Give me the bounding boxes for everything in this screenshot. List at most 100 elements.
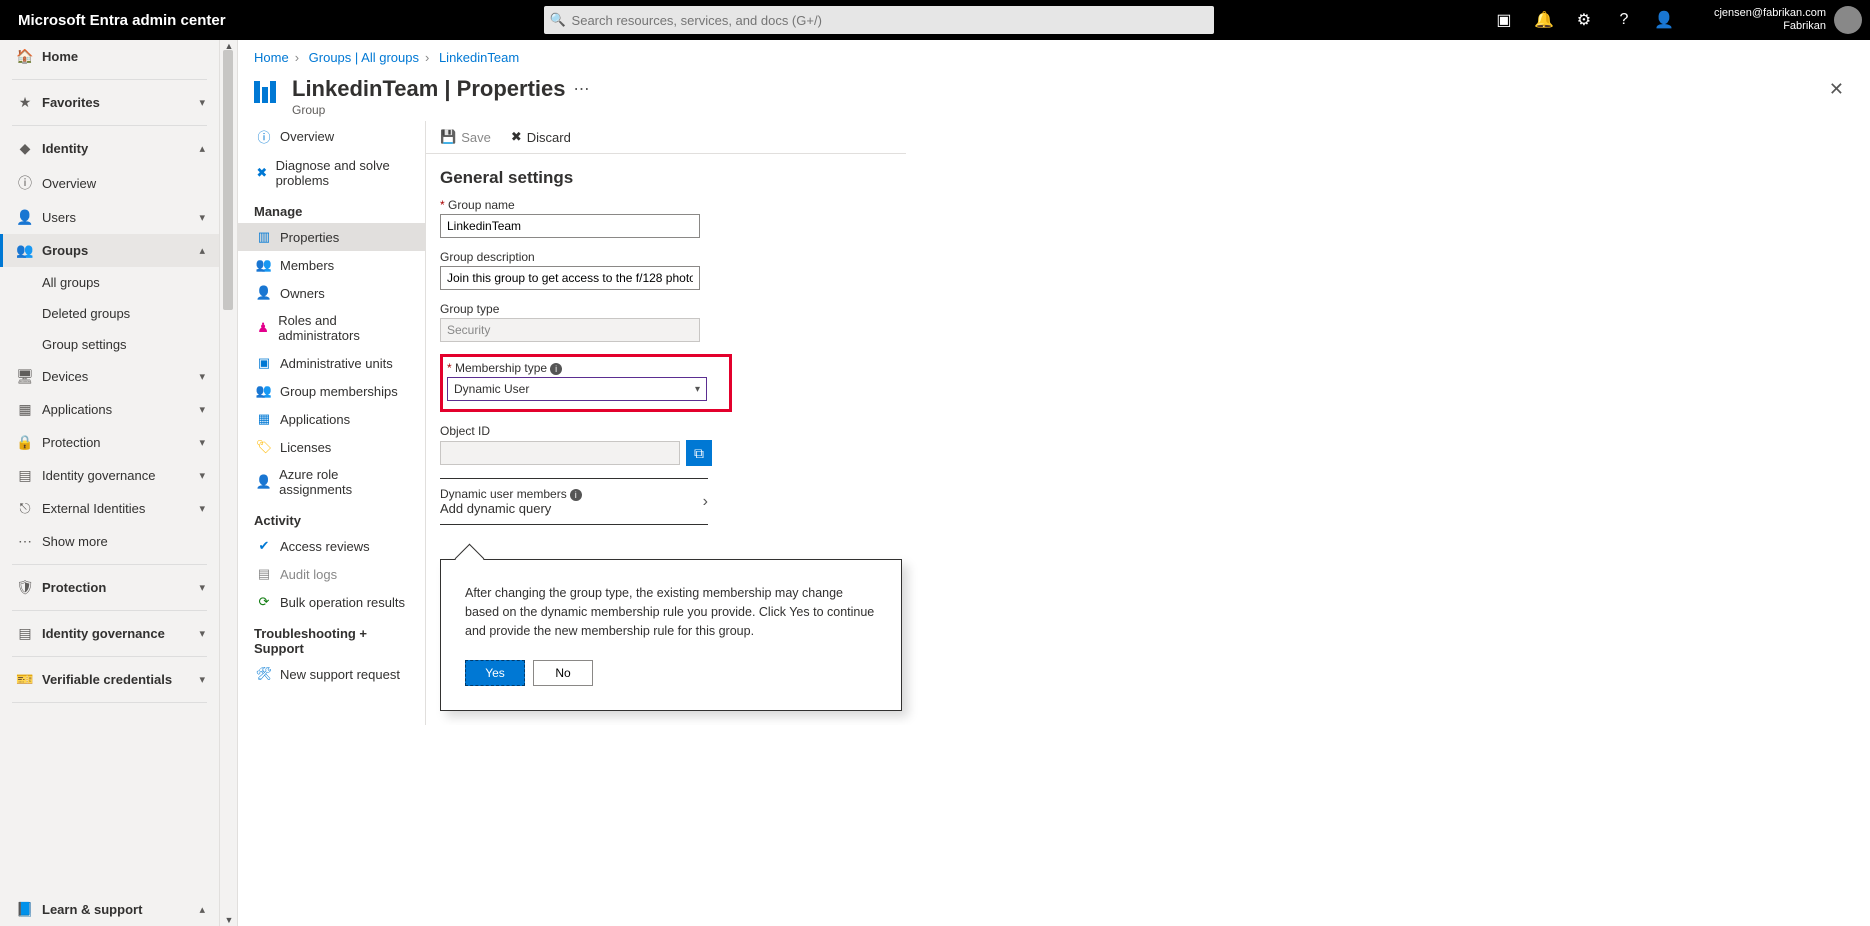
command-bar: 💾Save ✖Discard bbox=[426, 121, 906, 154]
nav-home[interactable]: 🏠Home bbox=[0, 40, 219, 73]
nav-external-identities[interactable]: ⎋External Identities▾ bbox=[0, 492, 219, 525]
dialog-no-button[interactable]: No bbox=[533, 660, 593, 686]
azure-roles-icon: 👤 bbox=[254, 474, 273, 490]
breadcrumb-current[interactable]: LinkedinTeam bbox=[439, 50, 519, 65]
cloud-shell-icon[interactable]: ▣ bbox=[1484, 0, 1524, 40]
close-blade-button[interactable]: ✕ bbox=[1819, 79, 1854, 100]
nav-protection[interactable]: 🔒Protection▾ bbox=[0, 426, 219, 459]
notifications-icon[interactable]: 🔔 bbox=[1524, 0, 1564, 40]
account-block[interactable]: cjensen@fabrikan.com Fabrikan bbox=[1684, 6, 1870, 34]
blade-subtitle: Group bbox=[238, 103, 1870, 117]
dialog-message: After changing the group type, the exist… bbox=[465, 584, 877, 640]
info-icon: ⓘ bbox=[14, 173, 36, 193]
resmenu-audit-logs: ▤Audit logs bbox=[238, 560, 425, 588]
chevron-down-icon: ▾ bbox=[199, 436, 205, 449]
admin-units-icon: ▣ bbox=[254, 355, 274, 371]
dynamic-members-section[interactable]: Dynamic user membersi Add dynamic query … bbox=[440, 478, 708, 525]
star-icon: ★ bbox=[14, 94, 36, 111]
scroll-down-icon[interactable]: ▼ bbox=[223, 915, 235, 925]
diagnose-icon: ✖ bbox=[254, 165, 270, 181]
nav-id-governance-section[interactable]: ▤Identity governance▾ bbox=[0, 617, 219, 650]
resmenu-overview[interactable]: ⓘOverview bbox=[238, 121, 425, 152]
field-group-type: Group type bbox=[440, 302, 892, 342]
resmenu-diagnose[interactable]: ✖Diagnose and solve problems bbox=[238, 152, 425, 194]
nav-identity[interactable]: ◆Identity▴ bbox=[0, 132, 219, 165]
field-group-name: Group name bbox=[440, 198, 892, 238]
topbar-right: ▣ 🔔 ⚙ ? 👤 cjensen@fabrikan.com Fabrikan bbox=[1484, 0, 1870, 40]
nav-users[interactable]: 👤Users▾ bbox=[0, 201, 219, 234]
settings-icon[interactable]: ⚙ bbox=[1564, 0, 1604, 40]
breadcrumb-groups[interactable]: Groups | All groups bbox=[309, 50, 419, 65]
scrollbar[interactable]: ▲ ▼ bbox=[220, 40, 238, 926]
support-icon: 🛠 bbox=[254, 666, 274, 682]
resmenu-access-reviews[interactable]: ✔Access reviews bbox=[238, 532, 425, 560]
dialog-yes-button[interactable]: Yes bbox=[465, 660, 525, 686]
nav-show-more[interactable]: ⋯Show more bbox=[0, 525, 219, 558]
governance-icon: ▤ bbox=[14, 625, 36, 642]
global-search[interactable]: 🔍 bbox=[544, 6, 1214, 34]
group-name-input[interactable] bbox=[440, 214, 700, 238]
nav-all-groups[interactable]: All groups bbox=[0, 267, 219, 298]
nav-favorites[interactable]: ★Favorites▾ bbox=[0, 86, 219, 119]
membership-type-select[interactable]: Dynamic User ▾ bbox=[447, 377, 707, 401]
add-dynamic-query-link[interactable]: Add dynamic query bbox=[440, 501, 582, 516]
owners-icon: 👤 bbox=[254, 285, 274, 301]
help-icon[interactable]: ? bbox=[1604, 0, 1644, 40]
chevron-down-icon: ▾ bbox=[199, 581, 205, 594]
feedback-icon[interactable]: 👤 bbox=[1644, 0, 1684, 40]
copy-icon: ⧉ bbox=[694, 445, 704, 462]
resmenu-licenses[interactable]: 🏷Licenses bbox=[238, 433, 425, 461]
resmenu-owners[interactable]: 👤Owners bbox=[238, 279, 425, 307]
info-icon: ⓘ bbox=[254, 127, 274, 146]
nav-group-settings[interactable]: Group settings bbox=[0, 329, 219, 360]
nav-protection-section[interactable]: 🛡Protection▾ bbox=[0, 571, 219, 604]
field-membership-type: Membership typei Dynamic User ▾ bbox=[447, 361, 721, 401]
external-icon: ⎋ bbox=[14, 500, 36, 517]
nav-verifiable-credentials[interactable]: 🎫Verifiable credentials▾ bbox=[0, 663, 219, 696]
more-actions-icon[interactable]: ⋯ bbox=[574, 79, 590, 99]
resmenu-admin-units[interactable]: ▣Administrative units bbox=[238, 349, 425, 377]
left-navigation: 🏠Home ★Favorites▾ ◆Identity▴ ⓘOverview 👤… bbox=[0, 40, 220, 926]
resmenu-group-memberships[interactable]: 👥Group memberships bbox=[238, 377, 425, 405]
nav-overview[interactable]: ⓘOverview bbox=[0, 165, 219, 201]
save-button[interactable]: 💾Save bbox=[440, 129, 491, 145]
chevron-up-icon: ▴ bbox=[199, 903, 205, 916]
discard-button[interactable]: ✖Discard bbox=[511, 129, 571, 145]
groups-icon: 👥 bbox=[14, 242, 36, 259]
book-icon: 📘 bbox=[14, 901, 36, 918]
scroll-thumb[interactable] bbox=[223, 50, 233, 310]
nav-learn-support[interactable]: 📘Learn & support▴ bbox=[0, 893, 219, 926]
save-icon: 💾 bbox=[440, 129, 456, 145]
resmenu-azure-roles[interactable]: 👤Azure role assignments bbox=[238, 461, 425, 503]
nav-groups[interactable]: 👥Groups▴ bbox=[0, 234, 219, 267]
nav-id-governance[interactable]: ▤Identity governance▾ bbox=[0, 459, 219, 492]
more-icon: ⋯ bbox=[14, 533, 36, 550]
search-icon: 🔍 bbox=[544, 12, 572, 28]
info-icon[interactable]: i bbox=[570, 489, 582, 501]
breadcrumb: Home› Groups | All groups› LinkedinTeam bbox=[238, 40, 1870, 65]
resmenu-bulk-results[interactable]: ⟳Bulk operation results bbox=[238, 588, 425, 616]
object-id-label: Object ID bbox=[440, 424, 892, 438]
nav-devices[interactable]: 🖥Devices▾ bbox=[0, 360, 219, 393]
copy-object-id-button[interactable]: ⧉ bbox=[686, 440, 712, 466]
membership-highlight: Membership typei Dynamic User ▾ bbox=[440, 354, 732, 412]
identity-icon: ◆ bbox=[14, 140, 36, 157]
properties-icon: ▥ bbox=[254, 229, 274, 245]
resmenu-members[interactable]: 👥Members bbox=[238, 251, 425, 279]
form-area: 💾Save ✖Discard General settings Group na… bbox=[426, 121, 1870, 725]
resmenu-troubleshoot-label: Troubleshooting + Support bbox=[238, 616, 425, 660]
group-description-input[interactable] bbox=[440, 266, 700, 290]
breadcrumb-home[interactable]: Home bbox=[254, 50, 289, 65]
nav-applications[interactable]: ▦Applications▾ bbox=[0, 393, 219, 426]
resmenu-applications[interactable]: ▦Applications bbox=[238, 405, 425, 433]
resmenu-activity-label: Activity bbox=[238, 503, 425, 532]
info-icon[interactable]: i bbox=[550, 363, 562, 375]
resmenu-properties[interactable]: ▥Properties bbox=[238, 223, 425, 251]
chevron-up-icon: ▴ bbox=[199, 142, 205, 155]
resmenu-roles[interactable]: ♟Roles and administrators bbox=[238, 307, 425, 349]
resmenu-support[interactable]: 🛠New support request bbox=[238, 660, 425, 688]
search-input[interactable] bbox=[572, 13, 1214, 28]
field-group-description: Group description bbox=[440, 250, 892, 290]
licenses-icon: 🏷 bbox=[254, 439, 274, 455]
nav-deleted-groups[interactable]: Deleted groups bbox=[0, 298, 219, 329]
